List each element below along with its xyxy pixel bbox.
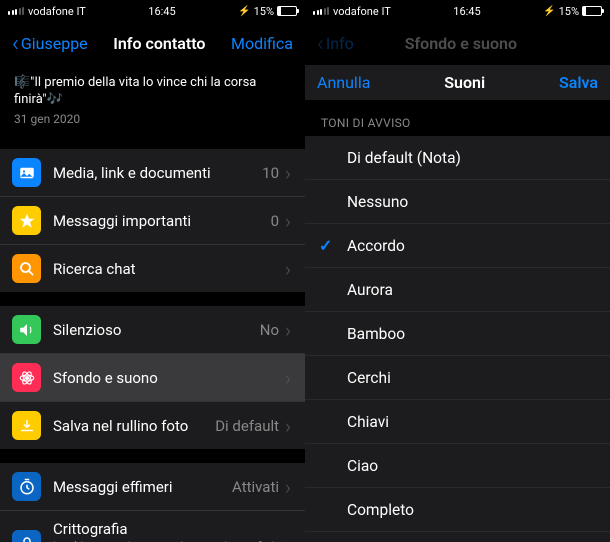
contact-info-screen: vodafone IT 16:45 ⚡ 15% ‹ Giuseppe Info … (0, 0, 305, 542)
disappear-value: Attivati (232, 478, 279, 496)
back-button[interactable]: ‹ Giuseppe (12, 30, 88, 57)
section-header: TONI DI AVVISO (305, 100, 610, 136)
status-bar: vodafone IT 16:45 ⚡ 15% (0, 0, 305, 22)
chevron-right-icon: › (285, 366, 291, 390)
tone-row[interactable]: Impulso (305, 532, 610, 542)
tone-label: Di default (Nota) (347, 149, 461, 167)
edit-button[interactable]: Modifica (231, 34, 293, 53)
tone-label: Ciao (347, 457, 378, 475)
tone-row[interactable]: Completo (305, 488, 610, 532)
save-value: Di default (215, 417, 279, 435)
quote-date: 31 gen 2020 (14, 112, 291, 128)
status-quote: 🎼"Il premio della vita lo vince chi la c… (0, 65, 305, 135)
save-label: Salva nel rullino foto (53, 417, 215, 435)
battery-pct: 15% (559, 5, 579, 18)
atom-icon (12, 363, 41, 392)
search-icon (12, 254, 41, 283)
encryption-row[interactable]: Crittografia Le chiamate e i messaggi so… (0, 511, 305, 542)
chevron-right-icon: › (285, 414, 291, 438)
chevron-right-icon: › (285, 257, 291, 281)
media-label: Media, link e documenti (53, 164, 262, 182)
nav-title: Info contatto (113, 34, 205, 53)
chevron-right-icon: › (285, 209, 291, 233)
charging-icon: ⚡ (543, 6, 555, 17)
tone-row[interactable]: ✓ Accordo (305, 224, 610, 268)
mute-label: Silenzioso (53, 321, 260, 339)
save-camera-row[interactable]: Salva nel rullino foto Di default › (0, 402, 305, 449)
timer-icon (12, 472, 41, 501)
media-row[interactable]: Media, link e documenti 10 › (0, 149, 305, 197)
chevron-right-icon: › (285, 532, 291, 542)
tone-label: Cerchi (347, 369, 391, 387)
status-bar: vodafone IT 16:45 ⚡ 15% (305, 0, 610, 22)
photos-icon (12, 158, 41, 187)
signal-icon (313, 7, 329, 15)
disappearing-row[interactable]: Messaggi effimeri Attivati › (0, 463, 305, 511)
chevron-left-icon: ‹ (12, 30, 19, 57)
search-label: Ricerca chat (53, 260, 285, 278)
tone-row[interactable]: Nessuno (305, 180, 610, 224)
crypto-label: Crittografia (53, 520, 285, 538)
quote-text: 🎼"Il premio della vita lo vince chi la c… (14, 75, 291, 109)
lock-icon (12, 530, 41, 542)
check-icon: ✓ (319, 236, 332, 255)
mute-row[interactable]: Silenzioso No › (0, 306, 305, 354)
sounds-screen: vodafone IT 16:45 ⚡ 15% ‹ Info Sfondo e … (305, 0, 610, 542)
starred-label: Messaggi importanti (53, 212, 271, 230)
under-title: Sfondo e suono (405, 34, 517, 53)
chevron-right-icon: › (285, 161, 291, 185)
carrier-label: vodafone IT (28, 5, 86, 18)
back-label: Giuseppe (21, 34, 88, 53)
tone-row[interactable]: Ciao (305, 444, 610, 488)
nav-bar: ‹ Giuseppe Info contatto Modifica (0, 22, 305, 65)
chevron-right-icon: › (285, 475, 291, 499)
time-label: 16:45 (453, 5, 480, 18)
save-button[interactable]: Salva (559, 73, 598, 92)
modal-title: Suoni (444, 73, 485, 92)
battery-icon (277, 6, 297, 16)
underlying-nav-bar: ‹ Info Sfondo e suono (305, 22, 610, 65)
media-count: 10 (262, 164, 279, 182)
carrier-label: vodafone IT (333, 5, 391, 18)
mute-value: No (260, 321, 279, 339)
speaker-icon (12, 315, 41, 344)
tone-row[interactable]: Aurora (305, 268, 610, 312)
battery-icon (582, 6, 602, 16)
tone-label: Bamboo (347, 325, 405, 343)
starred-count: 0 (271, 212, 279, 230)
starred-row[interactable]: Messaggi importanti 0 › (0, 197, 305, 245)
tone-label: Accordo (347, 237, 405, 255)
charging-icon: ⚡ (238, 6, 250, 17)
tone-row[interactable]: Di default (Nota) (305, 136, 610, 180)
wallpaper-sound-row[interactable]: Sfondo e suono › (0, 354, 305, 402)
tone-label: Aurora (347, 281, 393, 299)
under-back-label: Info (326, 34, 354, 53)
modal-nav-bar: Annulla Suoni Salva (305, 65, 610, 100)
tone-label: Nessuno (347, 193, 408, 211)
chevron-right-icon: › (285, 318, 291, 342)
chevron-left-icon: ‹ (317, 30, 324, 57)
wallpaper-label: Sfondo e suono (53, 369, 285, 387)
tone-label: Completo (347, 501, 414, 519)
tone-row[interactable]: Cerchi (305, 356, 610, 400)
tone-label: Chiavi (347, 413, 389, 431)
signal-icon (8, 7, 24, 15)
battery-pct: 15% (254, 5, 274, 18)
tone-row[interactable]: Chiavi (305, 400, 610, 444)
star-icon (12, 206, 41, 235)
cancel-button[interactable]: Annulla (317, 73, 370, 92)
time-label: 16:45 (148, 5, 175, 18)
tone-row[interactable]: Bamboo (305, 312, 610, 356)
download-icon (12, 411, 41, 440)
disappear-label: Messaggi effimeri (53, 478, 232, 496)
tones-list: Di default (Nota) Nessuno ✓ Accordo Aurora Ba… (305, 136, 610, 542)
search-chat-row[interactable]: Ricerca chat › (0, 245, 305, 292)
